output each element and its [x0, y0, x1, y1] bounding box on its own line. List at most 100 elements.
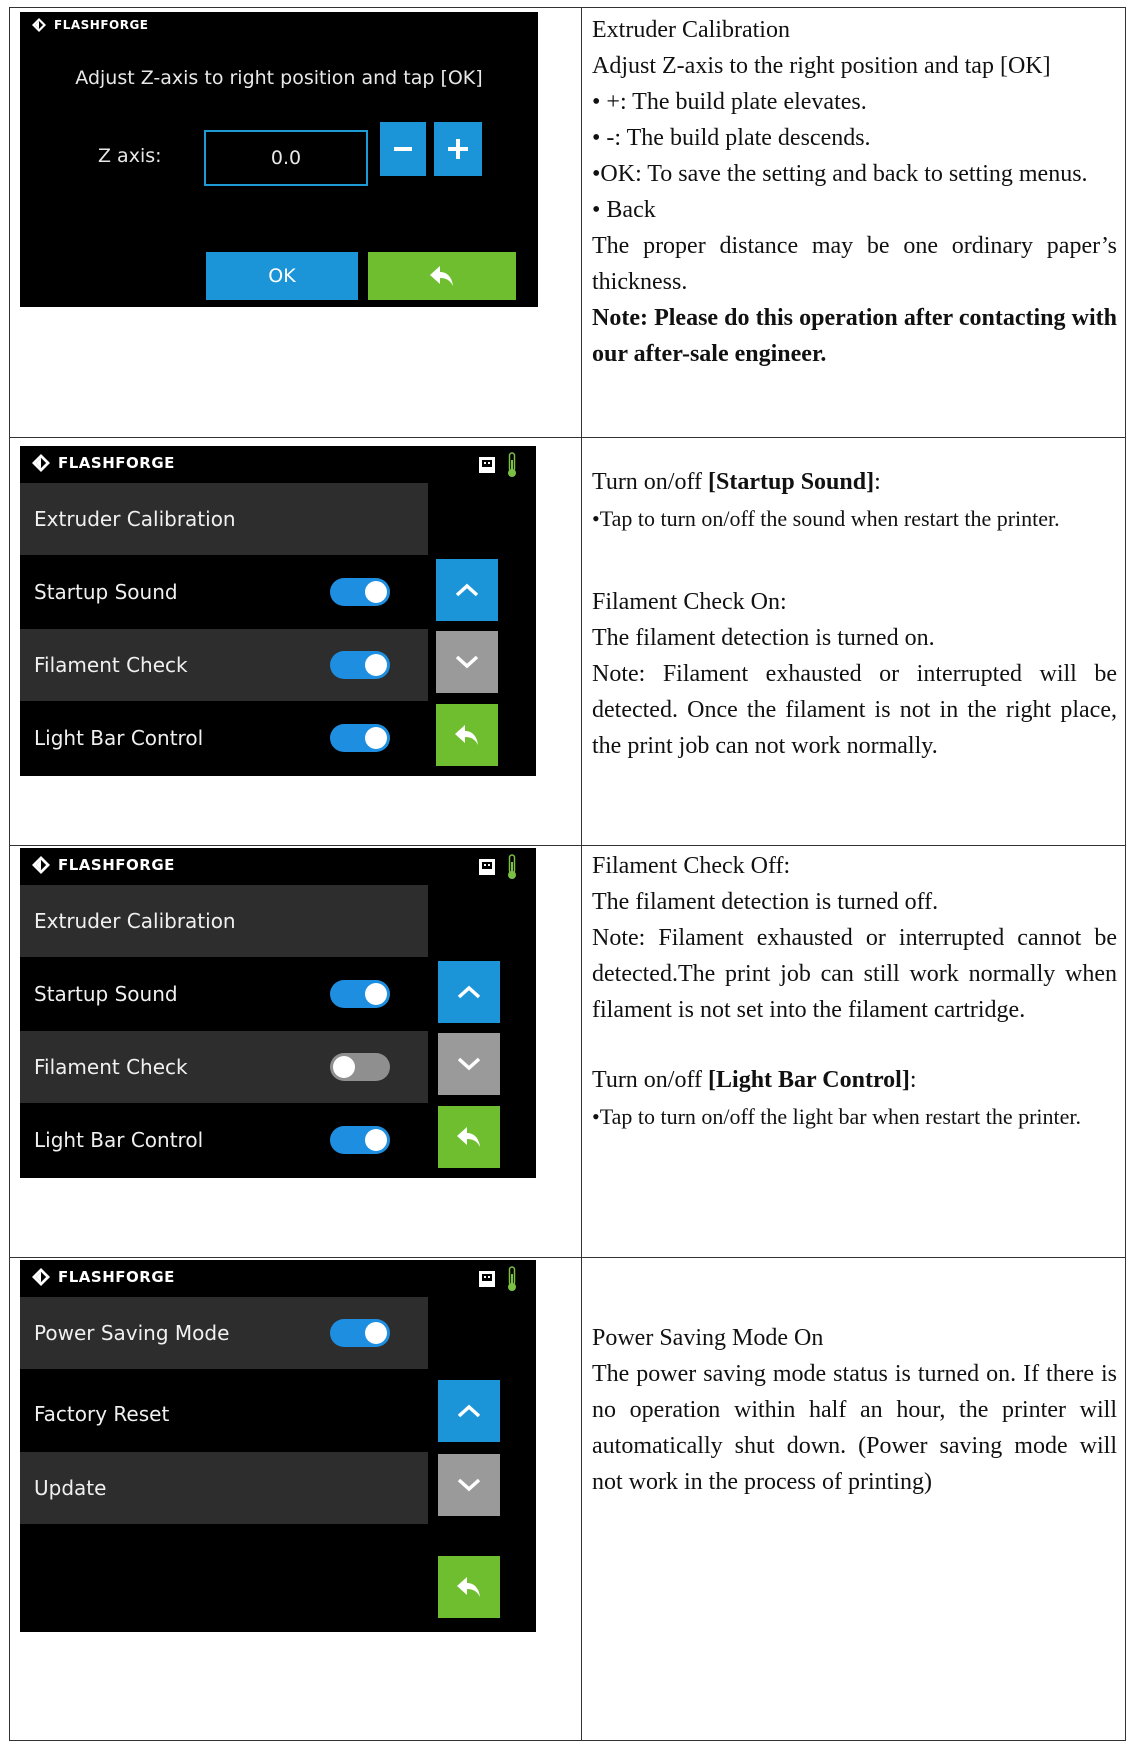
power-saving-desc: The power saving mode status is turned o… — [592, 1361, 1117, 1495]
brand-name: FLASHFORGE — [58, 454, 175, 472]
z-axis-label: Z axis: — [98, 145, 162, 167]
scroll-up-button[interactable] — [438, 961, 500, 1023]
flashforge-logo-icon — [32, 454, 50, 472]
calibration-screen: FLASHFORGE Adjust Z-axis to right positi… — [20, 12, 538, 307]
brand-logo: FLASHFORGE — [32, 454, 175, 472]
filament-check-off-title: Filament Check Off: — [592, 853, 791, 879]
scroll-up-button[interactable] — [438, 1380, 500, 1442]
screenshot-cell: FLASHFORGE Extruder Calibration Startup … — [9, 845, 582, 1258]
back-arrow-icon — [457, 1577, 480, 1597]
startup-sound-heading: Turn on/off [Startup Sound]: — [592, 469, 881, 495]
brand-name: FLASHFORGE — [58, 1268, 175, 1286]
chevron-down-icon — [457, 1057, 481, 1071]
filament-check-off-note: Note: Filament exhausted or interrupted … — [592, 925, 1117, 1023]
menu-row-power-saving-mode: Power Saving Mode — [20, 1297, 428, 1369]
screenshot-cell: FLASHFORGE Power Saving Mode Factory Res… — [9, 1257, 582, 1741]
power-saving-toggle[interactable] — [330, 1319, 390, 1347]
scroll-down-button[interactable] — [438, 1033, 500, 1095]
menu-row-light-bar-control: Light Bar Control — [20, 702, 428, 774]
usb-icon — [479, 1271, 495, 1287]
power-saving-title: Power Saving Mode On — [592, 1325, 824, 1351]
manual-table: FLASHFORGE Adjust Z-axis to right positi… — [9, 7, 1126, 1741]
back-button[interactable] — [436, 704, 498, 766]
chevron-up-icon — [457, 985, 481, 999]
menu-row-extruder-calibration[interactable]: Extruder Calibration — [20, 483, 428, 555]
row-label: Startup Sound — [34, 580, 178, 604]
scroll-down-button[interactable] — [436, 631, 498, 693]
light-bar-toggle[interactable] — [330, 1126, 390, 1154]
back-button[interactable] — [438, 1106, 500, 1168]
scroll-up-button[interactable] — [436, 559, 498, 621]
chevron-up-icon — [455, 583, 479, 597]
table-row: FLASHFORGE Adjust Z-axis to right positi… — [9, 7, 1126, 438]
minus-icon — [394, 147, 412, 151]
thermometer-icon — [508, 854, 516, 879]
back-button[interactable] — [438, 1556, 500, 1618]
menu-row-filament-check: Filament Check — [20, 629, 428, 701]
minus-button[interactable] — [380, 122, 426, 176]
startup-sound-tip: •Tap to turn on/off the sound when resta… — [592, 506, 1060, 531]
plus-button[interactable] — [434, 122, 482, 176]
screenshot-cell: FLASHFORGE Extruder Calibration Startup … — [9, 437, 582, 846]
row-label: Extruder Calibration — [34, 507, 236, 531]
instruction-text: Adjust Z-axis to the right position and … — [592, 53, 1051, 79]
flashforge-logo-icon — [32, 18, 46, 32]
filament-check-toggle[interactable] — [330, 1053, 390, 1081]
startup-sound-toggle[interactable] — [330, 980, 390, 1008]
brand-logo: FLASHFORGE — [32, 1268, 175, 1286]
filament-check-off-desc: The filament detection is turned off. — [592, 889, 939, 915]
section-title: Extruder Calibration — [592, 17, 790, 43]
flashforge-logo-icon — [32, 856, 50, 874]
menu-row-update[interactable]: Update — [20, 1452, 428, 1524]
row-label: Light Bar Control — [34, 1128, 204, 1152]
ok-button[interactable]: OK — [206, 252, 358, 300]
row-label: Startup Sound — [34, 982, 178, 1006]
screenshot-cell: FLASHFORGE Adjust Z-axis to right positi… — [9, 7, 582, 438]
menu-row-filament-check: Filament Check — [20, 1031, 428, 1103]
row-label: Extruder Calibration — [34, 909, 236, 933]
chevron-down-icon — [455, 655, 479, 669]
description-cell: Filament Check Off: The filament detecti… — [581, 845, 1126, 1258]
usb-icon — [479, 859, 495, 875]
chevron-up-icon — [457, 1404, 481, 1418]
description-cell: Extruder Calibration Adjust Z-axis to th… — [581, 7, 1126, 438]
description-cell: Power Saving Mode On The power saving mo… — [581, 1257, 1126, 1741]
bullet-plus: • +: The build plate elevates. — [592, 89, 867, 115]
light-bar-heading: Turn on/off [Light Bar Control]: — [592, 1067, 917, 1093]
filament-check-toggle[interactable] — [330, 651, 390, 679]
back-button[interactable] — [368, 252, 516, 300]
menu-row-light-bar-control: Light Bar Control — [20, 1104, 428, 1176]
z-axis-value-field[interactable]: 0.0 — [204, 130, 368, 186]
bullet-ok: •OK: To save the setting and back to set… — [592, 161, 1088, 187]
filament-check-on-note: Note: Filament exhausted or interrupted … — [592, 661, 1117, 759]
calibration-instruction: Adjust Z-axis to right position and tap … — [75, 67, 483, 89]
flashforge-logo-icon — [32, 1268, 50, 1286]
thermometer-icon — [508, 1266, 516, 1291]
scroll-down-button[interactable] — [438, 1454, 500, 1516]
settings-screen-1: FLASHFORGE Extruder Calibration Startup … — [20, 446, 536, 776]
bullet-back: • Back — [592, 197, 656, 223]
brand-logo: FLASHFORGE — [32, 18, 149, 32]
row-label: Filament Check — [34, 1055, 188, 1079]
menu-row-factory-reset[interactable]: Factory Reset — [20, 1378, 428, 1450]
plus-icon — [448, 139, 468, 159]
light-bar-toggle[interactable] — [330, 724, 390, 752]
chevron-down-icon — [457, 1478, 481, 1492]
settings-screen-3: FLASHFORGE Power Saving Mode Factory Res… — [20, 1260, 536, 1632]
table-row: FLASHFORGE Extruder Calibration Startup … — [9, 437, 1126, 846]
back-arrow-icon — [455, 725, 478, 745]
row-label: Light Bar Control — [34, 726, 204, 750]
bullet-minus: • -: The build plate descends. — [592, 125, 871, 151]
row-label: Filament Check — [34, 653, 188, 677]
menu-row-extruder-calibration[interactable]: Extruder Calibration — [20, 885, 428, 957]
usb-icon — [479, 457, 495, 473]
brand-name: FLASHFORGE — [58, 856, 175, 874]
menu-row-startup-sound: Startup Sound — [20, 958, 428, 1030]
back-arrow-icon — [457, 1127, 480, 1147]
filament-check-on-desc: The filament detection is turned on. — [592, 625, 935, 651]
startup-sound-toggle[interactable] — [330, 578, 390, 606]
back-arrow-icon — [430, 266, 453, 286]
row-label: Factory Reset — [34, 1402, 170, 1426]
brand-logo: FLASHFORGE — [32, 856, 175, 874]
note-text: Note: Please do this operation after con… — [592, 305, 1117, 367]
